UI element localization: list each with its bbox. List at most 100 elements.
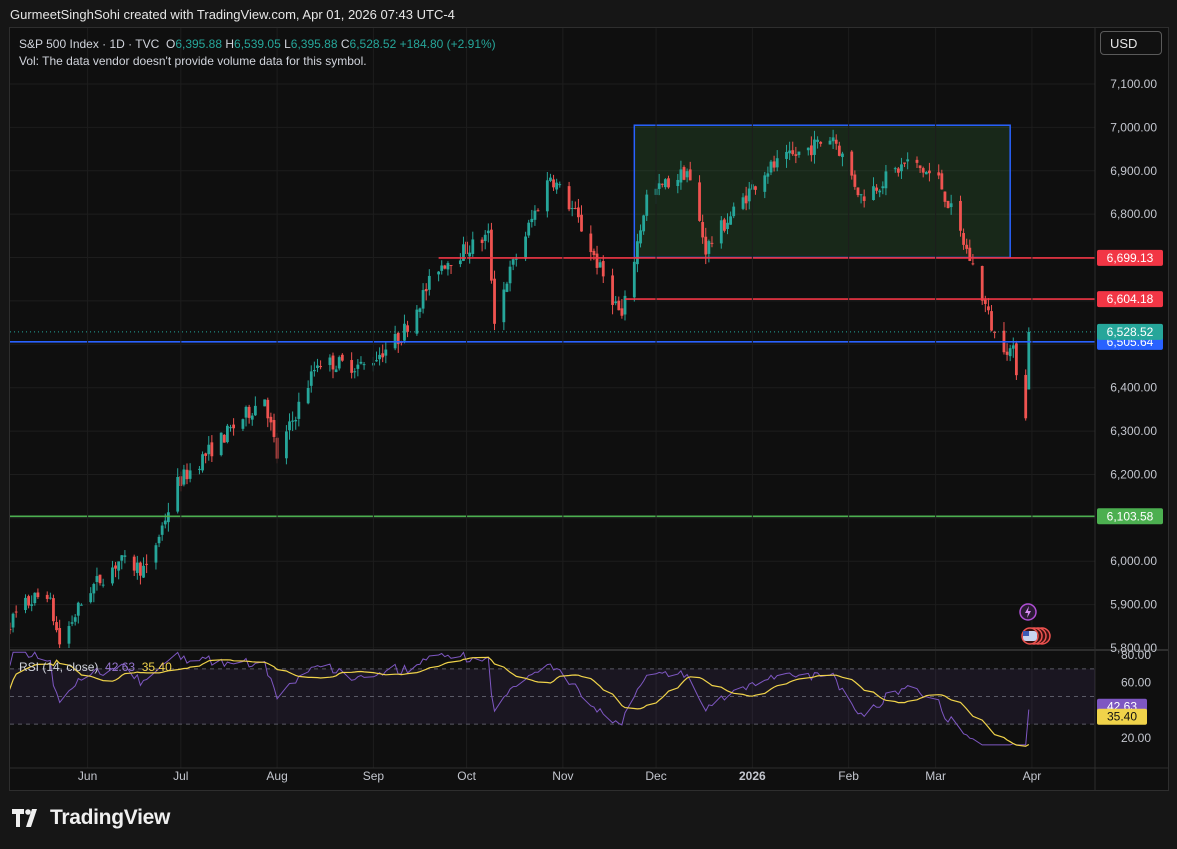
candle-body: [965, 244, 969, 249]
candle-body: [483, 234, 487, 242]
candle-body: [595, 253, 599, 268]
candle-body: [834, 139, 838, 144]
candle-body: [921, 168, 925, 173]
candle-body: [536, 210, 540, 212]
candle-body: [884, 171, 888, 189]
candle-body: [533, 210, 537, 220]
candle-body: [816, 139, 819, 142]
candle-body: [253, 405, 257, 416]
time-tick-label: Apr: [1023, 769, 1042, 783]
candle-body: [222, 434, 226, 443]
candle-body: [949, 203, 953, 208]
candle-body: [359, 361, 363, 364]
candle-body: [968, 247, 972, 261]
candle-body: [900, 164, 903, 172]
price-tick-label: 6,400.00: [1110, 381, 1157, 395]
candle-body: [719, 220, 723, 244]
time-tick-label: Nov: [552, 769, 573, 783]
price-tick-label: 6,900.00: [1110, 164, 1157, 178]
candle-body: [676, 179, 680, 187]
time-tick-label: Feb: [838, 769, 859, 783]
candle-body: [486, 230, 490, 234]
candle-body: [747, 188, 751, 202]
rsi-ma-tag: 35.40: [1107, 710, 1137, 724]
candle-body: [378, 354, 382, 360]
candle-body: [679, 169, 683, 183]
candle-body: [946, 200, 950, 209]
currency-button[interactable]: USD: [1100, 31, 1162, 55]
candle-body: [353, 371, 357, 373]
candle-body: [794, 154, 798, 156]
candle-body: [589, 233, 593, 253]
close-value: 6,528.52: [349, 37, 397, 51]
candle-body: [440, 265, 444, 271]
candle-body: [806, 147, 810, 151]
tradingview-logo[interactable]: TradingView: [12, 806, 170, 830]
candle-body: [272, 419, 276, 437]
candle-body: [828, 140, 832, 145]
candle-body: [297, 401, 301, 419]
candle-body: [850, 151, 854, 176]
candle-body: [580, 214, 583, 232]
candle-body: [570, 207, 574, 209]
candle-body: [639, 230, 642, 244]
candle-body: [381, 353, 385, 358]
candle-body: [288, 421, 291, 431]
candle-body: [732, 206, 736, 217]
candle-body: [980, 266, 984, 301]
candle-body: [306, 388, 310, 404]
low-label: L: [284, 37, 291, 51]
candle-body: [111, 567, 114, 584]
candle-body: [769, 161, 773, 173]
candle-body: [229, 427, 232, 429]
candle-body: [788, 150, 792, 154]
candle-body: [132, 556, 136, 571]
time-tick-label: Sep: [363, 769, 385, 783]
candle-body: [940, 173, 944, 190]
candle-body: [204, 453, 208, 456]
candle-body: [959, 200, 962, 231]
candle-body: [207, 444, 211, 455]
candle-body: [70, 622, 74, 624]
candle-body: [67, 626, 71, 644]
candle-body: [971, 263, 975, 265]
candle-body: [154, 545, 158, 563]
candle-body: [527, 222, 531, 236]
candle-body: [872, 186, 875, 201]
time-tick-label: Mar: [925, 769, 946, 783]
candle-body: [924, 172, 928, 175]
last-price-tag: 6,528.52: [1107, 325, 1154, 339]
candle-body: [928, 170, 931, 174]
level-price-tag: 6,604.18: [1107, 292, 1154, 306]
candle-body: [943, 191, 947, 202]
candle-body: [785, 151, 788, 159]
candle-body: [406, 325, 409, 332]
candle-body: [688, 169, 692, 181]
candle-body: [166, 512, 170, 523]
candle-body: [772, 161, 776, 168]
candle-body: [176, 477, 180, 512]
price-chart[interactable]: 7,100.007,000.006,900.006,800.006,700.00…: [10, 28, 1168, 790]
candle-body: [990, 311, 993, 331]
candle-body: [48, 597, 52, 599]
candle-body: [701, 222, 705, 238]
candle-body: [446, 263, 450, 270]
candle-body: [819, 141, 823, 144]
candle-body: [1014, 343, 1018, 376]
tradingview-logo-text: TradingView: [50, 806, 171, 829]
candle-body: [356, 364, 360, 369]
candle-body: [421, 290, 425, 309]
candle-body: [427, 275, 431, 290]
candle-body: [182, 469, 186, 485]
candle-body: [508, 266, 512, 284]
time-tick-label: Jul: [173, 769, 188, 783]
candle-body: [117, 561, 121, 571]
candle-body: [660, 183, 664, 185]
chart-frame[interactable]: 7,100.007,000.006,900.006,800.006,700.00…: [9, 27, 1169, 791]
rsi-legend: RSI (14, close) 42.63 35.40: [19, 660, 172, 674]
candle-body: [601, 261, 605, 277]
price-tick-label: 6,200.00: [1110, 467, 1157, 481]
candle-body: [558, 184, 562, 186]
candle-body: [250, 415, 254, 420]
low-value: 6,395.88: [290, 37, 338, 51]
